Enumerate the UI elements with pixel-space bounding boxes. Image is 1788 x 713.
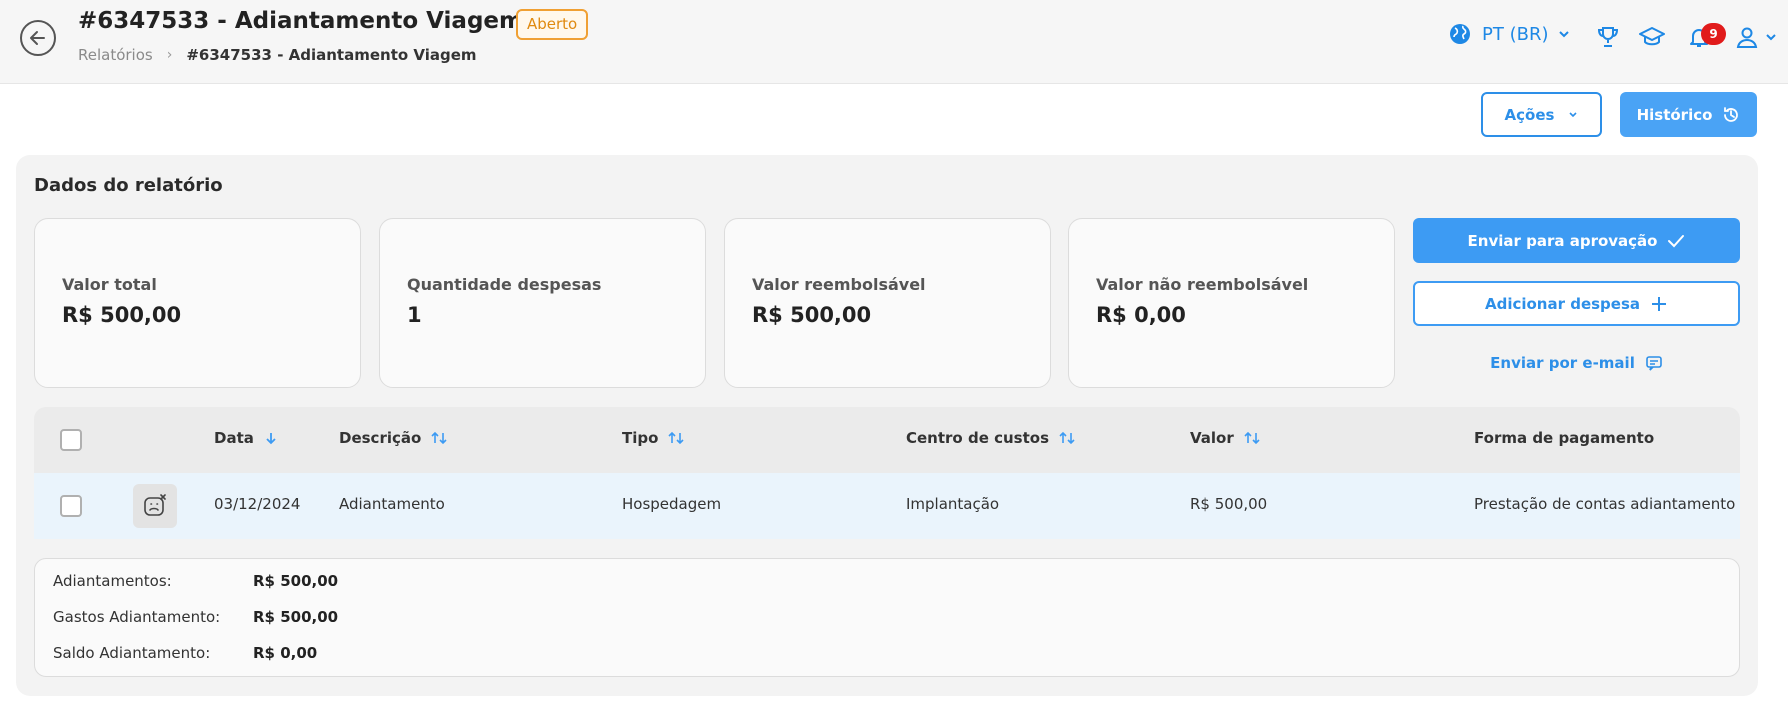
page-title: #6347533 - Adiantamento Viagem [78,8,523,34]
column-label: Forma de pagamento [1474,429,1655,447]
cell-valor: R$ 500,00 [1190,495,1268,513]
column-label: Valor [1190,429,1234,447]
send-for-approval-button[interactable]: Enviar para aprovação [1413,218,1740,263]
summary-value: R$ 500,00 [253,572,339,590]
actions-label: Ações [1504,105,1555,124]
cell-centro-de-custos: Implantação [906,495,1000,513]
trophy-button[interactable] [1593,22,1623,52]
card-label: Quantidade despesas [407,275,602,294]
summary-value: R$ 0,00 [253,644,318,662]
history-clock-icon [1724,106,1739,122]
sort-icon [1059,431,1075,445]
trophy-icon [1597,27,1619,47]
user-icon [1736,27,1758,48]
chevron-down-icon [1559,31,1570,38]
card-value: R$ 0,00 [1096,303,1186,327]
card-value: R$ 500,00 [752,303,872,327]
cell-forma-de-pagamento: Prestação de contas adiantamento [1474,495,1736,513]
actions-dropdown-button[interactable]: Ações [1481,92,1602,137]
notification-count-badge: 9 [1701,23,1726,45]
card-value: R$ 500,00 [62,303,182,327]
add-expense-label: Adicionar despesa [1484,294,1641,313]
receipt-thumbnail[interactable] [133,484,177,528]
card-non-reimbursable-value: Valor não reembolsável R$ 0,00 [1068,218,1395,388]
summary-value: R$ 500,00 [253,608,339,626]
select-all-checkbox[interactable] [60,429,82,451]
column-header-forma-de-pagamento: Forma de pagamento [1474,429,1654,447]
sort-down-icon [266,433,276,445]
back-button[interactable] [20,20,56,56]
card-label: Valor reembolsável [752,275,926,294]
breadcrumb-reports-link[interactable]: Relatórios [78,46,153,64]
summary-label: Adiantamentos: [53,572,172,590]
send-for-approval-label: Enviar para aprovação [1467,231,1658,250]
row-checkbox[interactable] [60,495,82,517]
sort-icon [668,431,684,445]
language-label: PT (BR) [1482,23,1549,45]
graduation-cap-icon [1639,27,1665,46]
sort-icon [431,431,447,445]
history-button[interactable]: Histórico [1620,92,1757,137]
history-label: Histórico [1636,105,1713,124]
sort-icon [1244,431,1260,445]
plus-icon [1652,296,1667,311]
cell-data: 03/12/2024 [214,495,301,513]
globe-icon [1450,24,1470,44]
column-header-valor[interactable]: Valor [1190,429,1260,447]
chevron-right-icon: › [166,47,173,63]
breadcrumb: Relatórios › #6347533 - Adiantamento Via… [78,46,477,64]
send-by-email-link[interactable]: Enviar por e-mail [1413,354,1740,372]
column-header-tipo[interactable]: Tipo [622,429,684,447]
column-header-descricao[interactable]: Descrição [339,429,447,447]
advance-summary: Adiantamentos: R$ 500,00 Gastos Adiantam… [34,558,1740,677]
summary-label: Saldo Adiantamento: [53,644,211,662]
cell-descricao: Adiantamento [339,495,445,513]
chevron-down-icon [1569,111,1578,117]
user-menu[interactable] [1732,22,1780,52]
status-badge: Aberto [516,9,589,40]
card-label: Valor total [62,275,157,294]
email-chat-icon [1646,356,1662,371]
table-header: Data Descrição Tipo Centro de custos Val… [34,407,1740,473]
learning-button[interactable] [1637,22,1667,52]
back-arrow-icon [30,31,45,45]
expense-table: Data Descrição Tipo Centro de custos Val… [34,407,1740,541]
card-expense-count: Quantidade despesas 1 [379,218,706,388]
send-by-email-label: Enviar por e-mail [1490,354,1635,372]
check-icon [1668,234,1685,247]
add-expense-button[interactable]: Adicionar despesa [1413,281,1740,326]
no-receipt-icon [144,494,166,516]
column-label: Descrição [339,429,422,447]
chevron-down-icon [1766,34,1776,41]
column-label: Tipo [622,429,659,447]
language-selector[interactable]: PT (BR) [1448,22,1570,46]
column-label: Centro de custos [906,429,1049,447]
column-header-centro-de-custos[interactable]: Centro de custos [906,429,1075,447]
summary-label: Gastos Adiantamento: [53,608,221,626]
card-total-value: Valor total R$ 500,00 [34,218,361,388]
breadcrumb-current: #6347533 - Adiantamento Viagem [186,46,477,64]
panel-title: Dados do relatório [34,175,223,196]
cell-tipo: Hospedagem [622,495,722,513]
card-label: Valor não reembolsável [1096,275,1309,294]
table-row[interactable]: 03/12/2024 Adiantamento Hospedagem Impla… [34,473,1740,539]
card-value: 1 [407,303,422,327]
column-header-data[interactable]: Data [214,429,278,447]
header-bar: #6347533 - Adiantamento Viagem Aberto Re… [0,0,1788,84]
card-reimbursable-value: Valor reembolsável R$ 500,00 [724,218,1051,388]
column-label: Data [214,429,254,447]
